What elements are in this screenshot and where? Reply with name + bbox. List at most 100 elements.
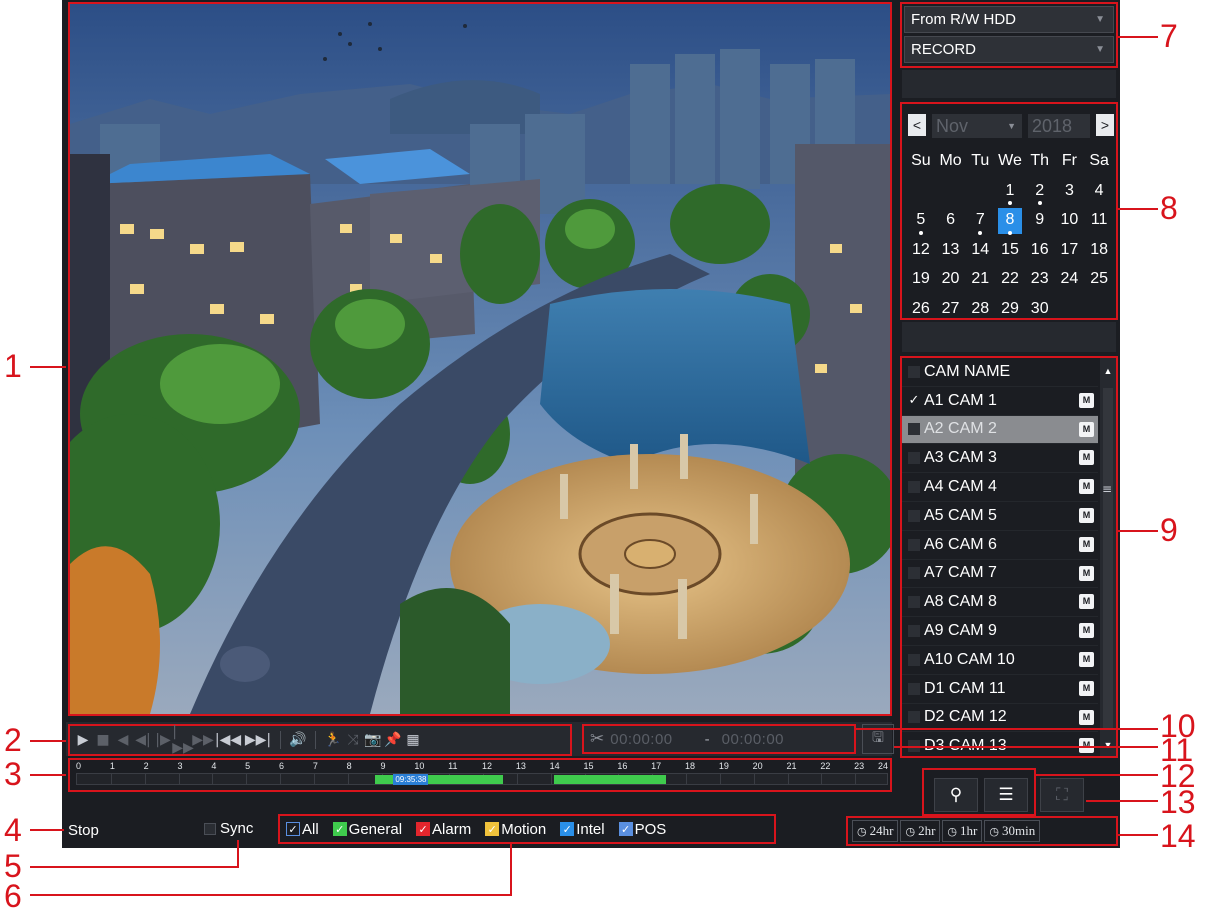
- calendar-day[interactable]: 5: [906, 207, 936, 237]
- camera-row[interactable]: A5 CAM 5 M: [902, 502, 1098, 531]
- record-type-motion[interactable]: ✓ Motion: [485, 821, 546, 838]
- scrollbar-thumb[interactable]: [1103, 388, 1113, 728]
- calendar-day[interactable]: 6: [936, 207, 966, 237]
- calendar-day[interactable]: 27: [936, 296, 966, 326]
- camera-checkbox[interactable]: [908, 711, 920, 724]
- record-type-alarm[interactable]: ✓ Alarm: [416, 821, 471, 838]
- camera-checkbox[interactable]: [908, 481, 920, 494]
- calendar-day[interactable]: 4: [1084, 178, 1114, 208]
- next-frame-button[interactable]: |▶: [154, 729, 172, 751]
- record-type-general[interactable]: ✓ General: [332, 821, 402, 838]
- sync-checkbox[interactable]: [204, 822, 216, 835]
- scissors-icon[interactable]: ✂: [590, 729, 604, 749]
- camera-row[interactable]: A7 CAM 7 M: [902, 560, 1098, 589]
- calendar-day[interactable]: 29: [995, 296, 1025, 326]
- camera-row[interactable]: A6 CAM 6 M: [902, 531, 1098, 560]
- calendar-day[interactable]: 18: [1084, 237, 1114, 267]
- time-bar-track[interactable]: 09:35:38: [76, 773, 888, 785]
- calendar-day[interactable]: 26: [906, 296, 936, 326]
- file-list-button[interactable]: ☰: [984, 778, 1028, 812]
- camera-row[interactable]: A3 CAM 3 M: [902, 444, 1098, 474]
- mark-icon[interactable]: 📌: [384, 729, 402, 751]
- main-stream-badge[interactable]: M: [1079, 536, 1094, 552]
- main-stream-badge[interactable]: M: [1079, 565, 1094, 581]
- camera-checkbox[interactable]: [908, 423, 920, 436]
- record-type-all[interactable]: ✓ All: [286, 821, 319, 838]
- calendar-day[interactable]: 15: [995, 237, 1025, 267]
- camera-checkbox[interactable]: [908, 509, 920, 522]
- main-stream-badge[interactable]: M: [1079, 392, 1094, 408]
- calendar-day[interactable]: 23: [1025, 266, 1055, 296]
- camera-row[interactable]: ✓ A1 CAM 1 M: [902, 387, 1098, 416]
- volume-icon[interactable]: 🔊: [289, 729, 307, 751]
- calendar-day[interactable]: 19: [906, 266, 936, 296]
- camera-checkbox[interactable]: [908, 452, 920, 465]
- camera-checkbox[interactable]: [908, 653, 920, 666]
- tag-icon[interactable]: ⤨: [344, 729, 362, 751]
- calendar-day[interactable]: 28: [965, 296, 995, 326]
- record-type-dropdown[interactable]: RECORD ▼: [904, 36, 1114, 63]
- recording-segment[interactable]: [554, 775, 666, 784]
- next-month-button[interactable]: >: [1096, 114, 1114, 136]
- camera-checkbox[interactable]: ✓: [908, 393, 920, 408]
- calendar-day[interactable]: 25: [1084, 266, 1114, 296]
- calendar-day[interactable]: 16: [1025, 237, 1055, 267]
- pos-icon[interactable]: ▦: [404, 729, 422, 751]
- camera-checkbox[interactable]: [908, 596, 920, 609]
- video-playback-pane[interactable]: [68, 2, 892, 716]
- slow-play-button[interactable]: |▶▶: [172, 724, 194, 756]
- calendar-day[interactable]: 12: [906, 237, 936, 267]
- record-type-pos[interactable]: ✓ POS: [618, 821, 666, 838]
- previous-record-button[interactable]: |◀◀: [214, 729, 242, 751]
- calendar-day[interactable]: 14: [965, 237, 995, 267]
- checkbox-pos[interactable]: ✓: [618, 822, 633, 836]
- camera-row[interactable]: D1 CAM 11 M: [902, 675, 1098, 704]
- prev-frame-button[interactable]: ◀|: [134, 729, 152, 751]
- select-all-checkbox[interactable]: [908, 365, 920, 378]
- stop-button[interactable]: ■: [94, 729, 112, 751]
- camera-checkbox[interactable]: [908, 567, 920, 580]
- calendar-day[interactable]: 17: [1055, 237, 1085, 267]
- calendar-day[interactable]: 9: [1025, 207, 1055, 237]
- period-button-2hr[interactable]: ◷ 2hr: [900, 820, 941, 842]
- period-button-24hr[interactable]: ◷ 24hr: [852, 820, 899, 842]
- calendar-day[interactable]: 30: [1025, 296, 1055, 326]
- camera-row[interactable]: A8 CAM 8 M: [902, 588, 1098, 618]
- calendar-day[interactable]: 2: [1025, 178, 1055, 208]
- camera-list-scrollbar[interactable]: ▲ ≡ ▼: [1100, 358, 1116, 756]
- checkbox-all[interactable]: ✓: [286, 822, 300, 836]
- main-stream-badge[interactable]: M: [1079, 594, 1094, 610]
- calendar-day[interactable]: 24: [1055, 266, 1085, 296]
- fast-play-button[interactable]: ▶▶: [192, 729, 214, 751]
- calendar-day[interactable]: 7: [965, 207, 995, 237]
- calendar-day[interactable]: 20: [936, 266, 966, 296]
- next-record-button[interactable]: ▶▶|: [244, 729, 272, 751]
- checkbox-intel[interactable]: ✓: [560, 822, 575, 836]
- fullscreen-button[interactable]: ⛶: [1040, 778, 1084, 812]
- camera-checkbox[interactable]: [908, 682, 920, 695]
- camera-row[interactable]: A9 CAM 9 M: [902, 617, 1098, 646]
- storage-dropdown[interactable]: From R/W HDD ▼: [904, 6, 1114, 33]
- month-dropdown[interactable]: Nov ▼: [932, 114, 1022, 138]
- year-field[interactable]: 2018: [1028, 114, 1090, 138]
- play-button[interactable]: ▶: [74, 729, 92, 751]
- calendar-day[interactable]: 3: [1055, 178, 1085, 208]
- camera-list-header[interactable]: CAM NAME: [902, 358, 1098, 387]
- scroll-down-icon[interactable]: ▼: [1100, 740, 1116, 750]
- main-stream-badge[interactable]: M: [1079, 450, 1094, 466]
- main-stream-badge[interactable]: M: [1079, 479, 1094, 495]
- calendar-day[interactable]: 21: [965, 266, 995, 296]
- smart-search-button[interactable]: ⚲: [934, 778, 978, 812]
- calendar-day[interactable]: 11: [1084, 207, 1114, 237]
- checkbox-general[interactable]: ✓: [332, 822, 347, 836]
- camera-checkbox[interactable]: [908, 625, 920, 638]
- camera-checkbox[interactable]: [908, 538, 920, 551]
- main-stream-badge[interactable]: M: [1079, 421, 1094, 437]
- snapshot-icon[interactable]: 📷: [364, 729, 382, 751]
- camera-row[interactable]: A2 CAM 2 M: [902, 415, 1098, 445]
- scroll-up-icon[interactable]: ▲: [1100, 366, 1116, 376]
- main-stream-badge[interactable]: M: [1079, 623, 1094, 639]
- time-bar[interactable]: 0 1 2 3 4 5 6 7 8 9 10 11 12 13 14 15 16 17 18 19 20 21 22 23 24…: [68, 758, 892, 792]
- main-stream-badge[interactable]: M: [1079, 651, 1094, 667]
- calendar-day[interactable]: 8: [995, 207, 1025, 237]
